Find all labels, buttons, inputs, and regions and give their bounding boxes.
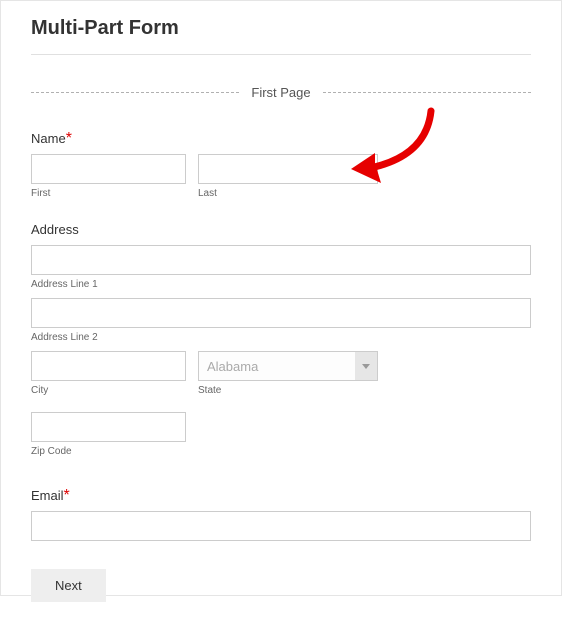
email-label: Email (31, 488, 64, 503)
address-line2-input[interactable] (31, 298, 531, 328)
address-line2-sublabel: Address Line 2 (31, 332, 531, 343)
state-select[interactable]: Alabama (198, 351, 378, 381)
page-break-divider: First Page (31, 85, 531, 100)
email-field-group: Email* (31, 487, 531, 541)
next-button[interactable]: Next (31, 569, 106, 602)
state-selected-value: Alabama (207, 359, 258, 374)
city-input[interactable] (31, 351, 186, 381)
first-name-sublabel: First (31, 188, 186, 199)
chevron-down-icon (355, 352, 377, 380)
email-input[interactable] (31, 511, 531, 541)
state-sublabel: State (198, 385, 378, 396)
page-break-label: First Page (239, 85, 322, 100)
email-required-marker: * (64, 487, 70, 504)
name-required-marker: * (66, 130, 72, 147)
zip-sublabel: Zip Code (31, 446, 186, 457)
title-divider (31, 54, 531, 55)
last-name-input[interactable] (198, 154, 378, 184)
zip-input[interactable] (31, 412, 186, 442)
name-field-group: Name* First Last (31, 130, 531, 199)
city-sublabel: City (31, 385, 186, 396)
first-name-input[interactable] (31, 154, 186, 184)
address-label: Address (31, 222, 79, 237)
name-label: Name (31, 131, 66, 146)
last-name-sublabel: Last (198, 188, 378, 199)
address-line1-input[interactable] (31, 245, 531, 275)
address-field-group: Address Address Line 1 Address Line 2 Ci… (31, 221, 531, 465)
address-line1-sublabel: Address Line 1 (31, 279, 531, 290)
form-title: Multi-Part Form (31, 17, 531, 40)
